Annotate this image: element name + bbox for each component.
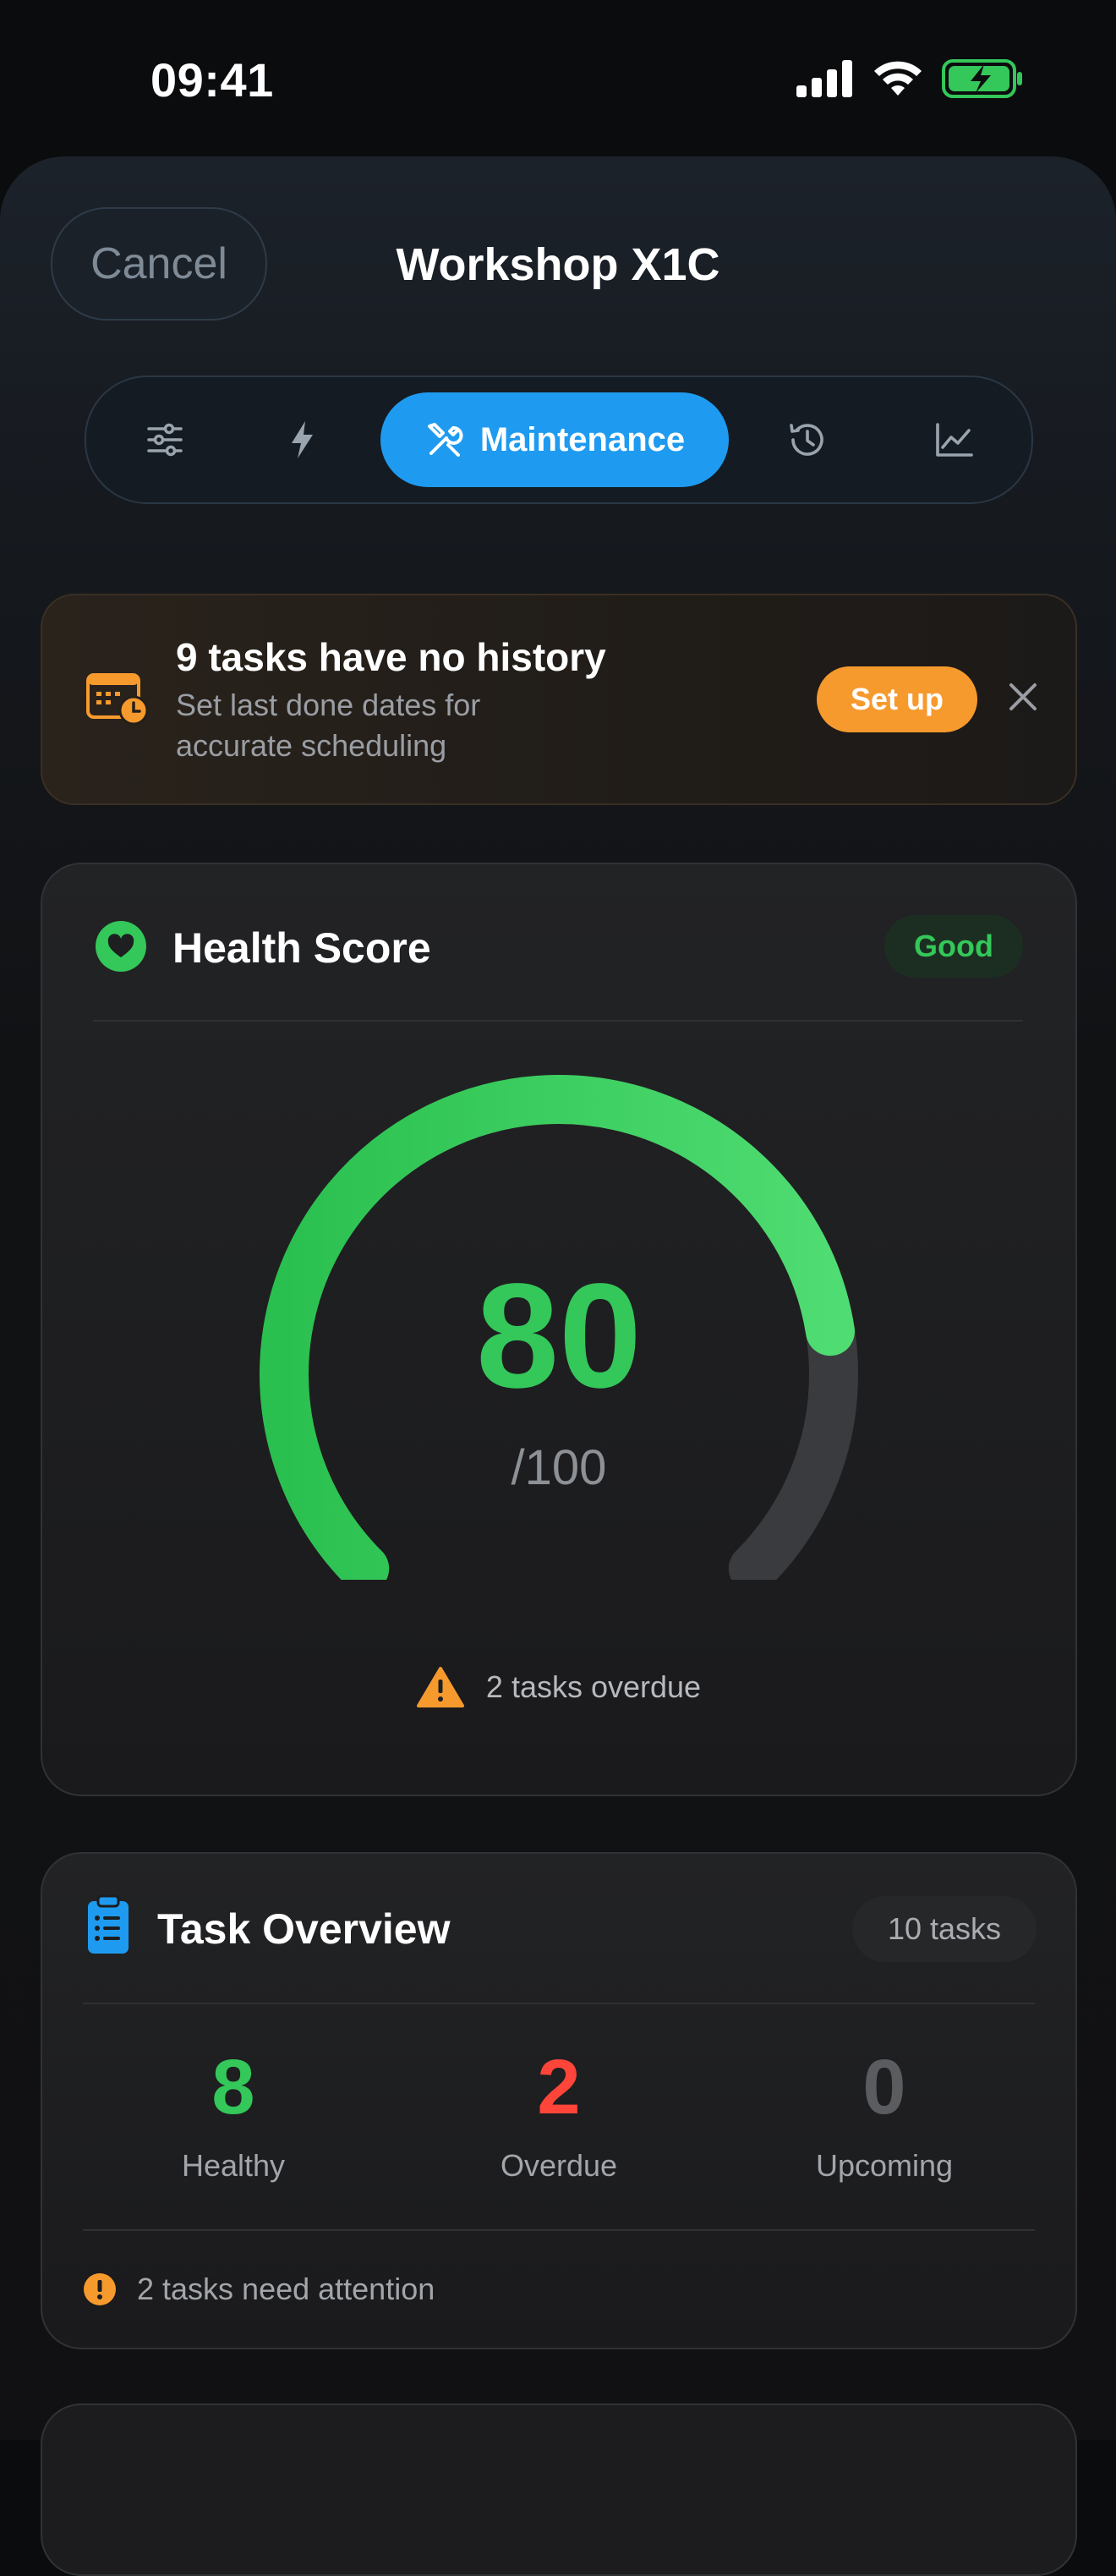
tab-history[interactable] [761,377,854,502]
stat-upcoming: 0 Upcoming [758,2048,1011,2184]
stat-overdue-value: 2 [537,2044,581,2130]
card-divider [93,1020,1023,1022]
cellular-signal-icon [796,60,852,97]
tab-settings[interactable] [118,377,211,502]
stat-upcoming-value: 0 [862,2044,906,2130]
close-icon[interactable] [1006,680,1040,714]
task-overview-title: Task Overview [157,1905,451,1953]
tab-bar: Maintenance [85,375,1033,504]
tab-maintenance[interactable]: Maintenance [380,392,729,487]
history-icon [790,424,823,456]
status-bar: 09:41 [0,0,1116,161]
stat-overdue: 2 Overdue [432,2048,686,2184]
battery-charging-icon [942,59,1022,98]
health-score-value: 80 [476,1253,642,1419]
sliders-icon [147,423,183,457]
status-badge: Good [884,915,1023,978]
bolt-icon [292,421,313,458]
chart-icon [936,423,973,457]
tab-analytics[interactable] [908,377,1001,502]
setup-button[interactable]: Set up [817,666,977,732]
stat-upcoming-label: Upcoming [815,2148,954,2183]
attention-note-text: 2 tasks need attention [137,2272,435,2306]
tools-icon [427,423,463,457]
alert-circle-icon [84,2273,116,2305]
overdue-note-text: 2 tasks overdue [485,1669,702,1704]
health-score-title: Health Score [172,924,431,972]
health-score-max: /100 [511,1440,607,1495]
card-divider [83,2229,1035,2231]
tab-maintenance-label: Maintenance [479,420,686,458]
warning-icon [416,1667,464,1707]
status-icons [796,59,1023,98]
stat-overdue-label: Overdue [500,2148,618,2183]
task-count-badge: 10 tasks [852,1896,1037,1962]
health-score-card: Health Score Good 80 /100 2 tasks overdu… [41,863,1077,1796]
attention-note: 2 tasks need attention [83,2272,435,2307]
history-banner: 9 tasks have no history Set last done da… [41,594,1077,805]
page-title: Workshop X1C [396,239,720,290]
stat-healthy-label: Healthy [181,2148,286,2183]
overdue-note: 2 tasks overdue [42,1666,1075,1708]
calendar-clock-icon [86,673,149,726]
tab-power[interactable] [255,377,348,502]
clipboard-list-icon [88,1894,129,1954]
stat-healthy-value: 8 [211,2044,255,2130]
stat-healthy: 8 Healthy [107,2048,360,2184]
next-card [41,2403,1077,2576]
wifi-icon [874,61,922,96]
banner-subtitle: Set last done dates for accurate schedul… [176,688,481,763]
task-overview-card: Task Overview 10 tasks 8 Healthy 2 Overd… [41,1852,1077,2349]
status-time: 09:41 [150,53,274,107]
card-divider [83,2003,1035,2004]
banner-title: 9 tasks have no history [176,635,606,679]
heart-icon [96,921,146,972]
